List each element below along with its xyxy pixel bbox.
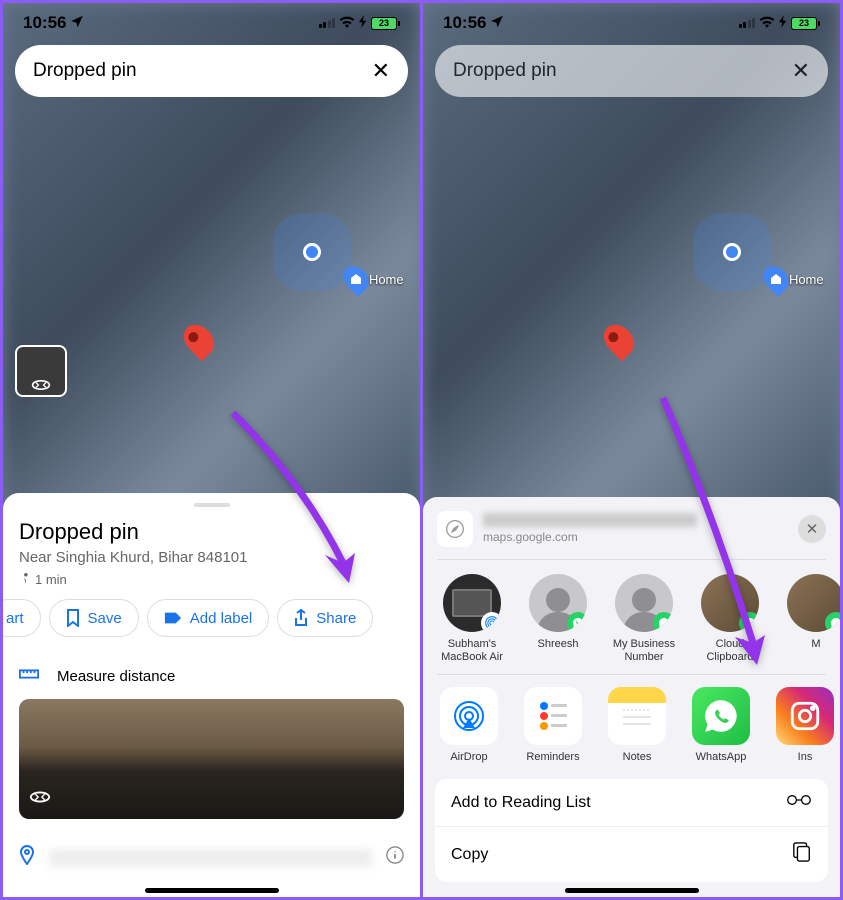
walk-time: 1 min: [19, 572, 404, 587]
home-label: Home: [369, 272, 404, 287]
reminders-icon: [535, 698, 571, 734]
whatsapp-badge-icon: [653, 612, 673, 632]
address-text-blurred: [49, 849, 372, 867]
home-label: Home: [789, 272, 824, 287]
dropped-pin-icon: [598, 319, 640, 361]
bookmark-icon: [66, 609, 80, 627]
current-location-dot: [303, 243, 321, 261]
battery-icon: 23: [791, 17, 820, 30]
phone-left-maps: 10:56 23 Dropped pin ✕ Home Dropped pin …: [3, 3, 420, 897]
whatsapp-badge-icon: [739, 612, 759, 632]
panorama-icon: [29, 790, 51, 809]
save-button[interactable]: Save: [49, 599, 139, 637]
search-bar: Dropped pin ✕: [435, 45, 828, 97]
status-bar: 10:56 23: [3, 3, 420, 39]
reading-list-action[interactable]: Add to Reading List: [435, 779, 828, 827]
map-view: Home: [423, 103, 840, 403]
status-time: 10:56: [443, 13, 486, 33]
sheet-handle[interactable]: [194, 503, 230, 507]
add-label-button[interactable]: Add label: [147, 599, 270, 637]
place-title: Dropped pin: [19, 519, 404, 545]
search-input: Dropped pin: [453, 60, 792, 82]
dropped-pin-icon[interactable]: [178, 319, 220, 361]
contact-cloud[interactable]: Cloud Clipboard: [693, 574, 767, 664]
charging-icon: [779, 15, 787, 31]
home-indicator[interactable]: [565, 888, 699, 893]
search-bar[interactable]: Dropped pin ✕: [15, 45, 408, 97]
clear-icon[interactable]: ✕: [372, 58, 390, 84]
home-pin-icon: [338, 261, 373, 296]
home-pin-icon: [758, 261, 793, 296]
wifi-icon: [759, 16, 775, 31]
share-icon: [294, 609, 308, 627]
street-view-preview[interactable]: [19, 699, 404, 819]
start-button[interactable]: art: [3, 599, 41, 637]
share-apps-row: AirDrop Reminders Notes WhatsApp Ins: [423, 675, 840, 779]
place-address: Near Singhia Khurd, Bihar 848101: [19, 549, 404, 566]
share-button[interactable]: Share: [277, 599, 373, 637]
ruler-icon: [19, 667, 39, 685]
contact-business[interactable]: My Business Number: [607, 574, 681, 664]
copy-action[interactable]: Copy: [435, 827, 828, 882]
airdrop-icon: [449, 696, 489, 736]
clear-icon: ✕: [792, 58, 810, 84]
notes-icon: [617, 704, 657, 728]
app-airdrop[interactable]: AirDrop: [435, 687, 503, 763]
charging-icon: [359, 15, 367, 31]
contact-shreesh[interactable]: Shreesh: [521, 574, 595, 664]
copy-icon: [792, 841, 812, 868]
home-marker: Home: [765, 265, 824, 293]
current-location-dot: [723, 243, 741, 261]
wifi-icon: [339, 16, 355, 31]
contact-macbook[interactable]: Subham's MacBook Air: [435, 574, 509, 664]
location-arrow-icon: [70, 13, 84, 33]
walk-icon: [19, 573, 31, 587]
close-button[interactable]: ✕: [798, 515, 826, 543]
app-notes[interactable]: Notes: [603, 687, 671, 763]
status-time: 10:56: [23, 13, 66, 33]
whatsapp-badge-icon: [567, 612, 587, 632]
share-action-list: Add to Reading List Copy: [435, 779, 828, 882]
share-contacts-row: Subham's MacBook Air Shreesh My Business…: [423, 560, 840, 674]
share-title-blurred: [483, 513, 697, 527]
pin-icon: [19, 845, 35, 870]
search-input[interactable]: Dropped pin: [33, 60, 372, 82]
measure-distance-row[interactable]: Measure distance: [19, 653, 404, 699]
glasses-icon: [786, 793, 812, 812]
cellular-icon: [319, 18, 336, 28]
address-row[interactable]: [19, 833, 404, 882]
location-arrow-icon: [490, 13, 504, 33]
map-view[interactable]: Home: [3, 103, 420, 403]
share-url: maps.google.com: [483, 530, 788, 544]
airdrop-badge-icon: [481, 612, 501, 632]
whatsapp-icon: [702, 697, 740, 735]
phone-right-share: 10:56 23 Dropped pin ✕ Home maps.goog: [423, 3, 840, 897]
ios-share-sheet: maps.google.com ✕ Subham's MacBook Air S…: [423, 497, 840, 897]
cellular-icon: [739, 18, 756, 28]
share-header: maps.google.com ✕: [423, 497, 840, 559]
panorama-icon: [31, 379, 51, 391]
place-sheet: Dropped pin Near Singhia Khurd, Bihar 84…: [3, 493, 420, 897]
home-indicator[interactable]: [145, 888, 279, 893]
contact-more[interactable]: M: [779, 574, 840, 664]
action-buttons: art Save Add label Share: [3, 599, 420, 637]
label-icon: [164, 611, 182, 625]
street-view-thumbnail[interactable]: [15, 345, 67, 397]
app-reminders[interactable]: Reminders: [519, 687, 587, 763]
battery-icon: 23: [371, 17, 400, 30]
instagram-icon: [788, 699, 822, 733]
app-whatsapp[interactable]: WhatsApp: [687, 687, 755, 763]
safari-icon: [437, 511, 473, 547]
info-icon[interactable]: [386, 846, 404, 869]
app-instagram[interactable]: Ins: [771, 687, 839, 763]
whatsapp-badge-icon: [825, 612, 840, 632]
home-marker[interactable]: Home: [345, 265, 404, 293]
status-bar: 10:56 23: [423, 3, 840, 39]
